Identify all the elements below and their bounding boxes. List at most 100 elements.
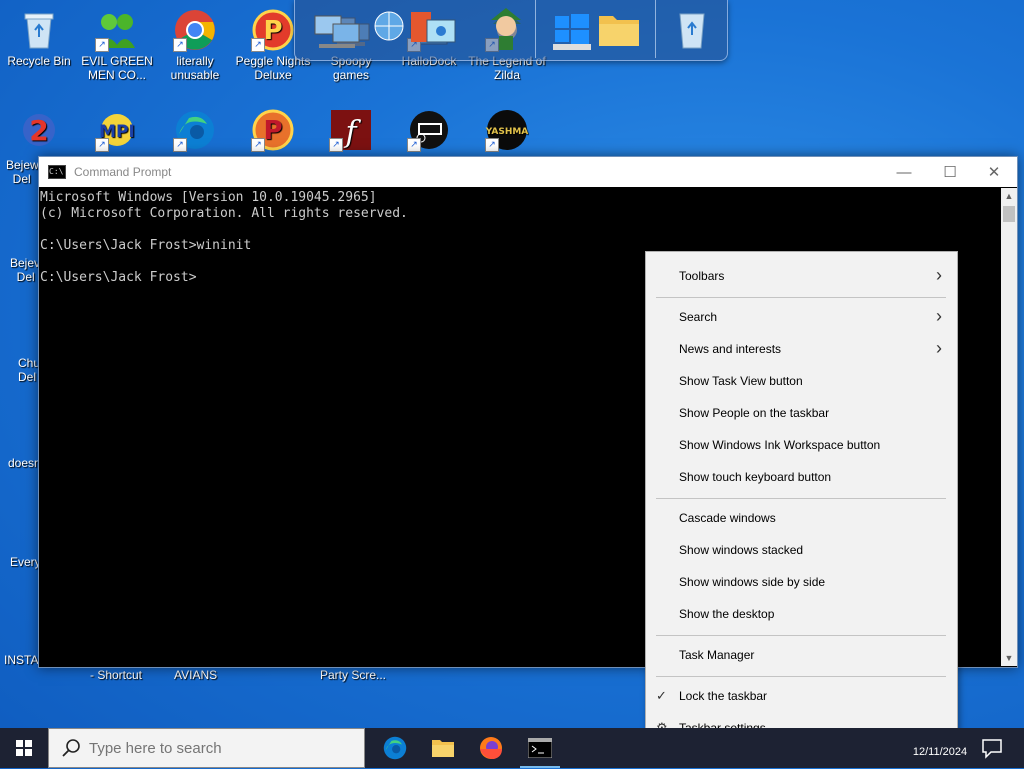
desktop-icon-every-partial[interactable]: Every	[10, 555, 41, 569]
shortcut-arrow-icon: ↗	[485, 138, 499, 152]
recycle-bin-icon	[17, 8, 61, 52]
taskbar-app-firefox[interactable]	[467, 728, 515, 768]
taskbar-search-box[interactable]	[48, 728, 365, 769]
desktop-icon-doesn-partial[interactable]: doesn	[8, 456, 41, 470]
hallodock-bar	[294, 0, 728, 61]
chevron-right-icon: ›	[936, 306, 942, 326]
menu-item-toolbars[interactable]: Toolbars ›	[646, 262, 957, 290]
menu-item-show-windows-stacked[interactable]: Show windows stacked	[646, 536, 957, 564]
console-line: Microsoft Windows [Version 10.0.19045.29…	[40, 190, 377, 205]
menu-item-show-touch-keyboard[interactable]: Show touch keyboard button	[646, 463, 957, 491]
dark-app-icon: ↗	[407, 108, 451, 152]
desktop-icon-bejeweled-partial-1[interactable]: Bejew Del	[6, 158, 39, 186]
zilda-icon	[491, 8, 521, 50]
menu-separator	[656, 676, 946, 677]
windows-logo-icon	[553, 14, 591, 50]
menu-item-show-people[interactable]: Show People on the taskbar	[646, 399, 957, 427]
menu-item-task-manager[interactable]: Task Manager	[646, 641, 957, 669]
taskbar-app-file-explorer[interactable]	[419, 728, 467, 768]
maximize-button[interactable]: ☐	[927, 157, 973, 187]
command-prompt-icon: C:\	[48, 165, 66, 179]
menu-item-label: News and interests	[679, 342, 782, 356]
desktop-icon-insta-partial[interactable]: INSTA	[4, 653, 38, 667]
dock-item-folder[interactable]	[595, 6, 645, 52]
window-titlebar[interactable]: C:\ Command Prompt — ☐ ✕	[39, 157, 1017, 187]
menu-separator	[656, 635, 946, 636]
desktop-icon-flash[interactable]: f ↗	[312, 104, 390, 154]
menu-item-label: Toolbars	[679, 269, 725, 283]
menu-separator	[656, 498, 946, 499]
desktop-icon-mpi[interactable]: MPI ↗	[78, 104, 156, 154]
flash-icon: f ↗	[329, 108, 373, 152]
scroll-up-icon[interactable]: ▲	[1001, 188, 1017, 204]
computers-icon	[314, 15, 360, 48]
desktop-icon-evil-green-men[interactable]: ↗ EVIL GREEN MEN CO...	[78, 4, 156, 82]
dock-item-zilda[interactable]	[481, 6, 531, 52]
taskbar[interactable]: 12/11/2024	[0, 728, 1024, 769]
desktop-icon-label: literally unusable	[170, 54, 220, 82]
desktop-icon-label-party-screen[interactable]: Party Scre...	[320, 668, 386, 682]
menu-item-label: Show Task View button	[679, 374, 803, 388]
desktop-icon-chuzzle-partial[interactable]: Chu Del	[18, 356, 40, 384]
desktop-icon-peggle[interactable]: P ↗	[234, 104, 312, 154]
search-input[interactable]	[87, 729, 361, 769]
dock-item-recycle-bin[interactable]	[667, 6, 717, 52]
desktop-icon-label-avians[interactable]: AVIANS	[174, 668, 217, 682]
shortcut-arrow-icon: ↗	[407, 138, 421, 152]
taskbar-app-edge[interactable]	[371, 728, 419, 768]
dock-item-office[interactable]	[409, 6, 459, 52]
menu-item-label: Show the desktop	[679, 607, 775, 621]
menu-item-show-task-view[interactable]: Show Task View button	[646, 367, 957, 395]
menu-item-news-and-interests[interactable]: News and interests ›	[646, 335, 957, 363]
scroll-thumb[interactable]	[1003, 206, 1015, 222]
start-button[interactable]	[0, 728, 48, 768]
edge-icon	[383, 736, 407, 760]
desktop-icon-dark-app[interactable]: ↗	[390, 104, 468, 154]
peggle-icon: P ↗	[251, 108, 295, 152]
dock-item-globe[interactable]	[361, 6, 411, 52]
menu-item-label: Task Manager	[679, 648, 755, 662]
checkmark-icon: ✓	[656, 688, 667, 703]
desktop-icon-label: Recycle Bin	[7, 54, 71, 68]
dock-item-windows[interactable]	[547, 6, 597, 52]
menu-item-search[interactable]: Search ›	[646, 303, 957, 331]
folder-icon	[599, 16, 639, 46]
close-button[interactable]: ✕	[971, 157, 1017, 187]
dock-item-computers[interactable]	[313, 6, 363, 52]
command-prompt-icon	[528, 738, 552, 758]
desktop-icon-bejeweled-partial-2[interactable]: Bejev Del	[10, 256, 40, 284]
vertical-scrollbar[interactable]: ▲ ▼	[1001, 188, 1017, 666]
menu-item-label: Lock the taskbar	[679, 689, 768, 703]
shortcut-arrow-icon: ↗	[173, 38, 187, 52]
menu-item-label: Show touch keyboard button	[679, 470, 832, 484]
yashma-icon: YASHMA ↗	[485, 108, 529, 152]
desktop-icon-bejeweled[interactable]: 2	[0, 104, 78, 154]
desktop-icon-yashma[interactable]: YASHMA ↗	[468, 104, 546, 154]
chevron-right-icon: ›	[936, 265, 942, 285]
search-icon	[62, 739, 80, 757]
menu-item-label: Show Windows Ink Workspace button	[679, 438, 881, 452]
menu-item-cascade-windows[interactable]: Cascade windows	[646, 504, 957, 532]
shortcut-arrow-icon: ↗	[173, 138, 187, 152]
menu-item-show-desktop[interactable]: Show the desktop	[646, 600, 957, 628]
minimize-button[interactable]: —	[881, 157, 927, 187]
menu-item-lock-taskbar[interactable]: ✓ Lock the taskbar	[646, 682, 957, 710]
file-explorer-icon	[432, 740, 454, 757]
svg-text:2: 2	[29, 114, 48, 147]
dock-separator	[655, 0, 656, 58]
shortcut-arrow-icon: ↗	[95, 38, 109, 52]
scroll-down-icon[interactable]: ▼	[1001, 650, 1017, 666]
chevron-right-icon: ›	[936, 338, 942, 358]
shortcut-arrow-icon: ↗	[251, 138, 265, 152]
taskbar-app-command-prompt[interactable]	[516, 728, 564, 768]
taskbar-date[interactable]: 12/11/2024	[900, 746, 980, 758]
desktop-icon-label: EVIL GREEN MEN CO...	[81, 54, 153, 82]
menu-item-show-windows-side-by-side[interactable]: Show windows side by side	[646, 568, 957, 596]
mpi-icon: MPI ↗	[95, 108, 139, 152]
desktop-icon-literally-unusable[interactable]: ↗ literally unusable	[156, 4, 234, 82]
desktop-icon-recycle-bin[interactable]: Recycle Bin	[0, 4, 78, 68]
menu-item-show-windows-ink[interactable]: Show Windows Ink Workspace button	[646, 431, 957, 459]
desktop-icon-edge[interactable]: ↗	[156, 104, 234, 154]
desktop-icon-label-shortcut[interactable]: - Shortcut	[90, 668, 142, 682]
notification-icon[interactable]	[980, 736, 1004, 760]
